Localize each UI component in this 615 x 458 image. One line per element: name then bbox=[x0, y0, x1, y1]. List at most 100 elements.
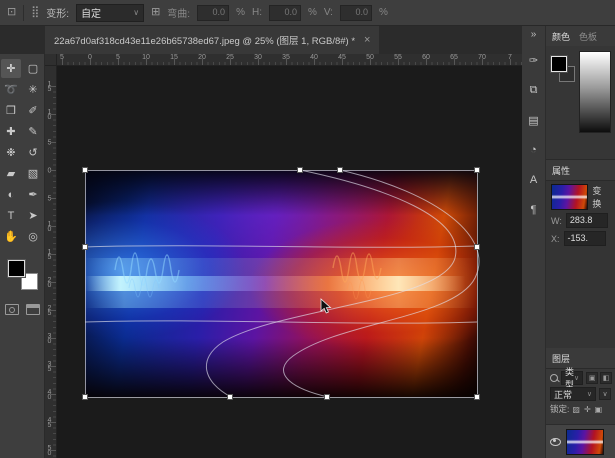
h-label: H: bbox=[252, 7, 262, 18]
paragraph-panel-icon[interactable]: ¶ bbox=[522, 198, 546, 222]
clone-stamp-tool[interactable]: ❉ bbox=[1, 143, 21, 162]
eraser-tool[interactable]: ▰ bbox=[1, 164, 21, 183]
history-brush-tool[interactable]: ↺ bbox=[23, 143, 43, 162]
tab-color[interactable]: 颜色 bbox=[552, 30, 570, 43]
layers-panel: 图层 类型 ∨ ▣◧ 正常 ∨ ∨ bbox=[546, 348, 615, 458]
chevron-down-icon: ∨ bbox=[574, 374, 579, 382]
ruler-label: 45 bbox=[46, 417, 53, 427]
ruler-label: 45 bbox=[338, 54, 346, 61]
ruler-label: 15 bbox=[170, 54, 178, 61]
ruler-label: 35 bbox=[46, 361, 53, 371]
blend-mode-value: 正常 bbox=[554, 388, 572, 401]
properties-panel: 属性 变换 W: 283.8 X: -153. bbox=[546, 160, 615, 348]
warp-orientation-icon[interactable]: ⊞ bbox=[151, 7, 160, 18]
bend-input[interactable]: 0.0 bbox=[197, 5, 229, 21]
filter-icons: ▣◧ bbox=[586, 372, 612, 384]
panels-column: 颜色 色板 属性 变换 W: 2 bbox=[546, 26, 615, 458]
brush-settings-icon[interactable]: ✑ bbox=[522, 48, 546, 72]
chevron-down-icon: ∨ bbox=[133, 8, 139, 17]
canvas-area[interactable] bbox=[57, 66, 522, 458]
healing-brush-tool[interactable]: ✚ bbox=[1, 122, 21, 141]
foreground-color-swatch[interactable] bbox=[551, 56, 567, 72]
properties-panel-header[interactable]: 属性 bbox=[546, 160, 615, 181]
pen-tool[interactable]: ✒ bbox=[23, 185, 43, 204]
lock-label: 锁定: bbox=[550, 403, 569, 415]
ruler-label: 5 bbox=[60, 54, 64, 61]
layer-visibility-eye-icon[interactable] bbox=[550, 438, 561, 446]
ruler-vertical[interactable]: 1510505101520253035404550 bbox=[45, 66, 57, 458]
ruler-label: 5 bbox=[116, 54, 120, 61]
collapse-panels-icon[interactable]: » bbox=[531, 26, 537, 42]
color-swatches bbox=[8, 260, 38, 290]
crop-tool[interactable]: ❒ bbox=[1, 101, 21, 120]
screen-mode-icon[interactable] bbox=[26, 304, 40, 315]
zoom-tool[interactable]: ◎ bbox=[23, 227, 43, 246]
reference-point-icon[interactable]: ⣿ bbox=[31, 7, 39, 18]
layers-filter-row: 类型 ∨ ▣◧ bbox=[546, 369, 615, 385]
warp-transform-overlay[interactable] bbox=[57, 66, 522, 458]
ruler-label: 50 bbox=[366, 54, 374, 61]
ruler-label: 30 bbox=[46, 333, 53, 343]
adjustments-icon[interactable]: ◔ bbox=[522, 138, 546, 162]
path-selection-tool[interactable]: ➤ bbox=[23, 206, 43, 225]
x-input[interactable]: -153. bbox=[564, 231, 606, 246]
character-panel-icon[interactable]: A bbox=[522, 168, 546, 192]
clone-source-icon[interactable]: ⧉ bbox=[522, 78, 546, 102]
hand-tool[interactable]: ✋ bbox=[1, 227, 21, 246]
gradient-tool[interactable]: ▧ bbox=[23, 164, 43, 183]
ruler-label: 40 bbox=[46, 389, 53, 399]
warp-mode-dropdown[interactable]: 自定 ∨ bbox=[76, 4, 144, 22]
blend-mode-dropdown[interactable]: 正常 ∨ bbox=[550, 387, 596, 401]
color-ramp[interactable] bbox=[579, 51, 611, 133]
ruler-label: 25 bbox=[226, 54, 234, 61]
dodge-tool[interactable]: ◐ bbox=[1, 185, 21, 204]
layer-row[interactable] bbox=[546, 424, 615, 458]
close-icon[interactable]: × bbox=[364, 34, 370, 46]
width-row: W: 283.8 bbox=[546, 210, 615, 228]
ruler-label: 10 bbox=[46, 109, 53, 119]
lock-position-icon[interactable]: ✛ bbox=[584, 405, 591, 414]
ruler-corner[interactable] bbox=[45, 54, 57, 66]
tool-preset-icon[interactable]: ⊡ bbox=[7, 7, 16, 18]
document-tab[interactable]: 22a67d0af318cd43e11e26b65738ed67.jpeg @ … bbox=[45, 26, 379, 54]
ruler-label: 0 bbox=[88, 54, 92, 61]
libraries-icon[interactable]: ▤ bbox=[522, 108, 546, 132]
rect-marquee-tool[interactable]: ▢ bbox=[23, 59, 43, 78]
h-input[interactable]: 0.0 bbox=[269, 5, 301, 21]
filter-adjustment-layers-icon[interactable]: ◧ bbox=[600, 372, 612, 384]
filter-pixel-layers-icon[interactable]: ▣ bbox=[586, 372, 598, 384]
opacity-dropdown[interactable]: ∨ bbox=[599, 388, 611, 400]
chevron-down-icon: ∨ bbox=[587, 390, 592, 398]
w-input[interactable]: 283.8 bbox=[566, 213, 608, 228]
quick-selection-tool[interactable]: ✳ bbox=[23, 80, 43, 99]
section-label: 变换 bbox=[592, 184, 610, 210]
layer-thumbnail[interactable] bbox=[566, 429, 604, 455]
layers-panel-header[interactable]: 图层 bbox=[546, 348, 615, 369]
lock-all-icon[interactable]: ▣ bbox=[595, 405, 603, 414]
toolbar: ✛▢➰✳❒✐✚✎❉↺▰▧◐✒T➤✋◎ bbox=[0, 54, 45, 458]
lasso-tool[interactable]: ➰ bbox=[1, 80, 21, 99]
ruler-label: 30 bbox=[254, 54, 262, 61]
brush-tool[interactable]: ✎ bbox=[23, 122, 43, 141]
ruler-horizontal[interactable]: 505101520253035404550556065707 bbox=[45, 54, 522, 66]
ruler-label: 5 bbox=[46, 140, 53, 145]
lock-transparent-icon[interactable]: ▨ bbox=[572, 405, 580, 414]
tab-swatches[interactable]: 色板 bbox=[579, 30, 597, 43]
quick-mask-icon[interactable] bbox=[5, 304, 19, 315]
v-input[interactable]: 0.0 bbox=[340, 5, 372, 21]
type-tool[interactable]: T bbox=[1, 206, 21, 225]
ruler-label: 15 bbox=[46, 249, 53, 259]
warp-mode-value: 自定 bbox=[81, 5, 101, 20]
eyedropper-tool[interactable]: ✐ bbox=[23, 101, 43, 120]
foreground-color-swatch[interactable] bbox=[8, 260, 25, 277]
ruler-label: 50 bbox=[46, 445, 53, 455]
ruler-label: 20 bbox=[46, 277, 53, 287]
x-label: X: bbox=[551, 234, 560, 244]
w-label: W: bbox=[551, 216, 562, 226]
ruler-label: 35 bbox=[282, 54, 290, 61]
move-tool[interactable]: ✛ bbox=[1, 59, 21, 78]
properties-title: 属性 bbox=[552, 164, 570, 177]
photoshop-window: ⊡ ⣿ 变形: 自定 ∨ ⊞ 弯曲: 0.0 % H: 0.0 % V: 0.0… bbox=[0, 0, 615, 458]
warp-handles[interactable] bbox=[83, 168, 480, 400]
filter-type-dropdown[interactable]: 类型 ∨ bbox=[561, 371, 583, 385]
